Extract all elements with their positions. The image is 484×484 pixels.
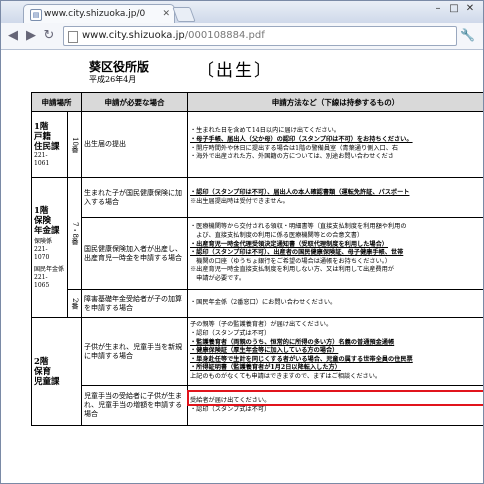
header-place: 申請場所	[31, 92, 82, 112]
new-tab-button[interactable]	[172, 7, 196, 22]
tab-strip: ▤ www.city.shizuoka.jp/0 ✕ – □ ✕	[1, 1, 483, 24]
browser-toolbar: ◀ ▶ ↻ www.city.shizuoka.jp/000108884.pdf…	[1, 23, 483, 50]
back-arrow-icon[interactable]: ◀	[5, 28, 21, 44]
counter-number: 7・8番	[67, 177, 82, 290]
table-row: 2番 障害基礎年金受給者が子の加算を申請する場合 ・国民年金係（2番窓口）にお問…	[32, 289, 483, 318]
wrench-icon[interactable]: 🔧	[460, 28, 475, 42]
maximize-button[interactable]: □	[447, 3, 461, 15]
table-header: 申請場所 申請が必要な場合 申請方法など（下線は持参するもの）	[31, 92, 483, 112]
place-cell: 1階 保険 年金課 保険係 221- 1070 国民年金係 221- 1065	[31, 177, 68, 318]
method-cell: 子の親等（子の監護養育者）が届け出てください。 ・認印（スタンプ式は不可） ・監…	[187, 317, 483, 386]
url-text: www.city.shizuoka.jp/000108884.pdf	[82, 30, 265, 41]
case-cell: 生まれた子が国民健康保険に加入する場合	[81, 177, 188, 218]
browser-tab[interactable]: ▤ www.city.shizuoka.jp/0 ✕	[23, 4, 175, 24]
method-cell: ・国民年金係（2番窓口）にお問い合わせください。	[187, 289, 483, 318]
document-date: 平成26年4月	[89, 75, 137, 84]
page-icon: ▤	[30, 9, 42, 21]
document-title: 〔出生〕	[197, 61, 273, 81]
address-bar[interactable]: www.city.shizuoka.jp/000108884.pdf	[63, 26, 457, 46]
ward-edition: 葵区役所版	[89, 60, 150, 74]
table-row: 国民健康保険加入者が出産し、出産育児一時金を申請する場合 ・医療機関等から交付さ…	[32, 217, 483, 290]
case-cell: 子供が生まれ、児童手当を新規に申請する場合	[81, 317, 188, 386]
table-row: 2階 保育 児童課 子供が生まれ、児童手当を新規に申請する場合 子の親等（子の監…	[31, 317, 483, 426]
counter-number: 2番	[67, 289, 82, 318]
header-method: 申請方法など（下線は持参するもの）	[187, 92, 483, 112]
case-cell: 障害基礎年金受給者が子の加算を申請する場合	[81, 289, 188, 318]
table-row: 1階 保険 年金課 保険係 221- 1070 国民年金係 221- 1065 …	[31, 177, 483, 318]
close-window-button[interactable]: ✕	[463, 3, 477, 15]
close-tab-icon[interactable]: ✕	[162, 5, 170, 23]
case-cell: 出生届の提出	[81, 111, 188, 178]
case-cell: 国民健康保険加入者が出産し、出産育児一時金を申請する場合	[81, 217, 188, 290]
tab-title: www.city.shizuoka.jp/0	[44, 9, 146, 19]
reload-icon[interactable]: ↻	[41, 28, 57, 44]
place-cell: 1階 戸籍 住民課 221- 1061	[31, 111, 68, 178]
method-cell: ・生まれた日を含めて14日以内に届け出てください。 ・母子手帳、届出人（父か母）…	[187, 111, 483, 178]
table-row: 児童手当の受給者に子供が生まれ、児童手当の増額を申請する場合 受給者が届け出てく…	[32, 385, 483, 426]
header-case: 申請が必要な場合	[81, 92, 188, 112]
browser-window: ▤ www.city.shizuoka.jp/0 ✕ – □ ✕ ◀ ▶ ↻ w…	[0, 0, 484, 484]
method-cell: 受給者が届け出てください。 ・認印（スタンプ式は不可）	[187, 385, 483, 426]
procedure-table: 申請場所 申請が必要な場合 申請方法など（下線は持参するもの） 1階 戸籍 住民…	[31, 92, 483, 426]
forward-arrow-icon[interactable]: ▶	[23, 28, 39, 44]
table-row: 1階 戸籍 住民課 221- 1061 10番 出生届の提出 ・生まれた日を含め…	[31, 111, 483, 178]
minimize-button[interactable]: –	[431, 3, 445, 15]
pdf-document: 葵区役所版 平成26年4月 〔出生〕 申請場所 申請が必要な場合 申請方法など（…	[1, 50, 483, 483]
method-cell: ・認印（スタンプ印は不可）、届出人の本人確認書類（運転免許証、パスポート ※出生…	[187, 177, 483, 218]
place-cell: 2階 保育 児童課	[31, 317, 82, 426]
pdf-viewport[interactable]: 葵区役所版 平成26年4月 〔出生〕 申請場所 申請が必要な場合 申請方法など（…	[1, 50, 483, 483]
counter-number: 10番	[67, 111, 82, 178]
document-icon	[68, 31, 78, 43]
method-cell: ・医療機関等から交付される領収・明細書等（直接支払制度を利用額や利用の よび、直…	[187, 217, 483, 290]
case-cell: 児童手当の受給者に子供が生まれ、児童手当の増額を申請する場合	[81, 385, 188, 426]
